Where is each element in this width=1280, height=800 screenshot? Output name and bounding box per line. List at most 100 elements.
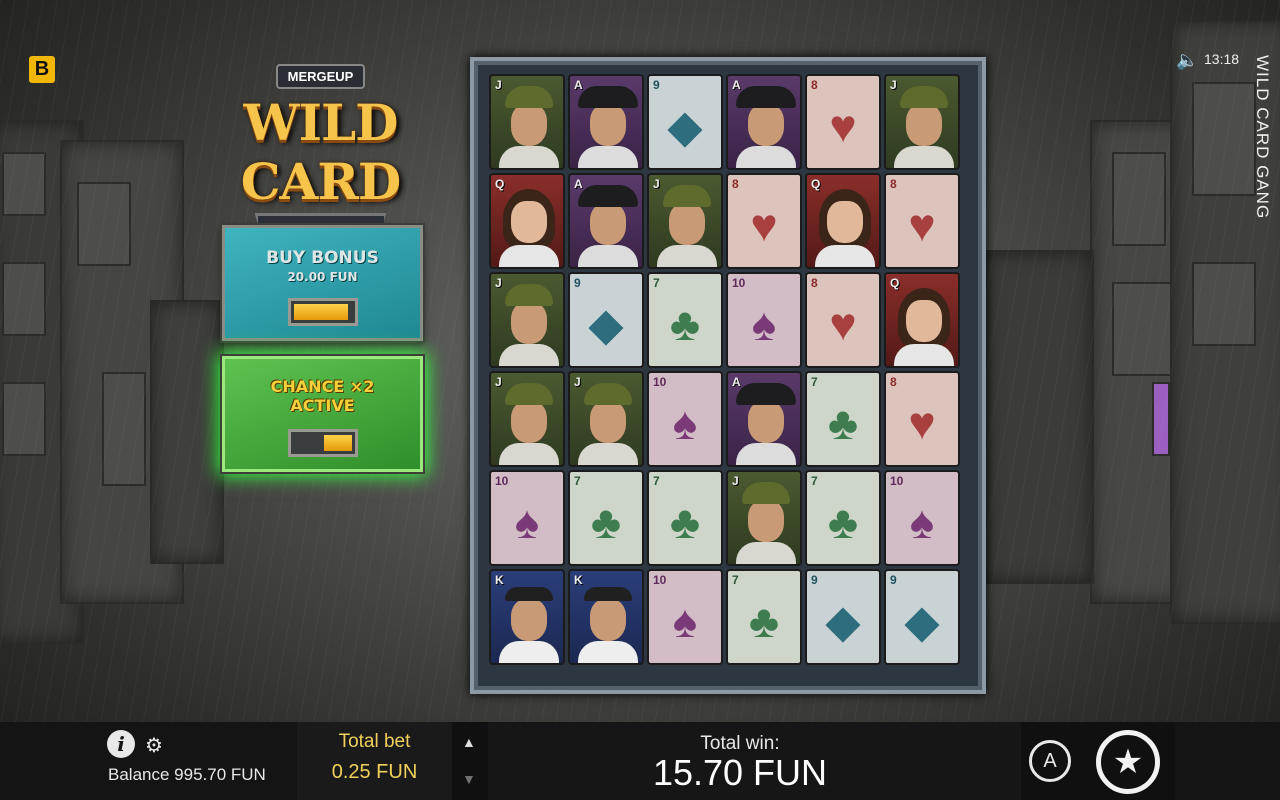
symbol-rank: J <box>574 375 581 389</box>
symbol-club-card: ♣ 7 <box>647 470 723 566</box>
buy-bonus-button[interactable]: BUY BONUS 20.00 FUN <box>222 225 423 341</box>
heart-icon: ♥ <box>908 397 936 449</box>
total-bet-value: 0.25 FUN <box>331 761 418 783</box>
bet-decrease-icon[interactable]: ▼ <box>462 771 476 787</box>
character-hat <box>505 587 553 601</box>
building <box>150 300 224 564</box>
game-title-vertical: WILD CARD GANG <box>1253 55 1272 220</box>
character-hat <box>505 284 553 306</box>
symbol-club-card: ♣ 7 <box>568 470 644 566</box>
symbol-face-card: A <box>726 74 802 170</box>
speaker-icon[interactable]: 🔈 <box>1176 50 1198 71</box>
character-body <box>894 146 954 168</box>
symbol-rank: J <box>495 276 502 290</box>
character-body <box>815 245 875 267</box>
symbol-face-card: J <box>884 74 960 170</box>
diamond-icon: ◆ <box>588 298 624 350</box>
symbol-rank: 9 <box>574 276 581 290</box>
bet-increase-icon[interactable]: ▲ <box>462 734 476 750</box>
diamond-icon: ◆ <box>904 595 940 647</box>
character-hat <box>584 587 632 601</box>
symbol-rank: Q <box>495 177 505 191</box>
character-head <box>669 203 705 245</box>
character-head <box>590 203 626 245</box>
symbol-diamond-card: ◆ 9 <box>568 272 644 368</box>
club-icon: ♣ <box>590 496 622 548</box>
symbol-grid: J A ◆ 9 A ♥ 8 J Q A J ♥ 8 Q ♥ 8 J ◆ 9 ♣ 7 ♠ 10 ♥ 8 Q J J ♠ 10 A ♣ 7 ♥ 8 ♠ 10… <box>489 74 960 665</box>
character-head <box>511 401 547 443</box>
club-icon: ♣ <box>827 397 859 449</box>
character-head <box>748 104 784 146</box>
symbol-rank: J <box>495 78 502 92</box>
club-icon: ♣ <box>669 496 701 548</box>
symbol-rank: J <box>732 474 739 488</box>
character-body <box>578 146 638 168</box>
character-body <box>736 443 796 465</box>
game-logo: MERGEUP WILD CARD GANG <box>183 60 458 257</box>
spin-button[interactable]: ★ <box>1096 730 1160 794</box>
buy-bonus-toggle[interactable] <box>288 298 358 326</box>
symbol-rank: 10 <box>732 276 746 290</box>
buy-bonus-label: BUY BONUS <box>266 248 379 268</box>
character-hat <box>584 383 632 405</box>
symbol-face-card: J <box>568 371 644 467</box>
character-hat <box>900 86 948 108</box>
symbol-spade-card: ♠ 10 <box>647 569 723 665</box>
character-hat <box>505 86 553 108</box>
character-head <box>511 599 547 641</box>
character-body <box>894 344 954 366</box>
gear-icon[interactable]: ⚙ <box>145 733 163 758</box>
symbol-rank: A <box>574 78 583 92</box>
symbol-club-card: ♣ 7 <box>805 470 881 566</box>
spade-icon: ♠ <box>909 496 935 548</box>
symbol-diamond-card: ◆ 9 <box>647 74 723 170</box>
symbol-face-card: Q <box>805 173 881 269</box>
clock: 13:18 <box>1204 51 1240 67</box>
symbol-club-card: ♣ 7 <box>726 569 802 665</box>
chance-x2-button[interactable]: CHANCE ×2 ACTIVE <box>222 356 423 472</box>
symbol-rank: 9 <box>890 573 897 587</box>
symbol-face-card: Q <box>884 272 960 368</box>
balance-display: Balance 995.70 FUN <box>108 765 266 784</box>
character-body <box>736 146 796 168</box>
brand-badge: B <box>29 56 55 83</box>
character-body <box>578 641 638 663</box>
buy-bonus-price: 20.00 FUN <box>287 270 358 284</box>
symbol-rank: 8 <box>890 375 897 389</box>
symbol-spade-card: ♠ 10 <box>647 371 723 467</box>
symbol-heart-card: ♥ 8 <box>884 173 960 269</box>
character-body <box>499 344 559 366</box>
total-win-value: 15.70 FUN <box>652 752 828 793</box>
character-body <box>499 443 559 465</box>
symbol-rank: Q <box>890 276 900 290</box>
symbol-rank: 8 <box>732 177 739 191</box>
spade-icon: ♠ <box>514 496 540 548</box>
toggle-knob <box>324 435 352 451</box>
chance-toggle[interactable] <box>288 429 358 457</box>
character-body <box>578 443 638 465</box>
symbol-rank: 10 <box>495 474 509 488</box>
info-icon[interactable]: i <box>107 730 135 758</box>
heart-icon: ♥ <box>908 199 936 251</box>
character-body <box>736 542 796 564</box>
symbol-heart-card: ♥ 8 <box>884 371 960 467</box>
character-head <box>511 104 547 146</box>
symbol-spade-card: ♠ 10 <box>884 470 960 566</box>
symbol-spade-card: ♠ 10 <box>726 272 802 368</box>
autoplay-button[interactable]: A <box>1029 740 1071 782</box>
symbol-rank: Q <box>811 177 821 191</box>
character-body <box>499 146 559 168</box>
character-head <box>827 201 863 243</box>
symbol-rank: J <box>890 78 897 92</box>
symbol-face-card: J <box>726 470 802 566</box>
toggle-knob <box>294 304 348 320</box>
character-head <box>590 401 626 443</box>
symbol-rank: 7 <box>732 573 739 587</box>
symbol-face-card: J <box>489 74 565 170</box>
symbol-heart-card: ♥ 8 <box>726 173 802 269</box>
character-hat <box>578 185 638 207</box>
character-body <box>499 641 559 663</box>
heart-icon: ♥ <box>829 298 857 350</box>
symbol-rank: 7 <box>653 474 660 488</box>
symbol-diamond-card: ◆ 9 <box>884 569 960 665</box>
